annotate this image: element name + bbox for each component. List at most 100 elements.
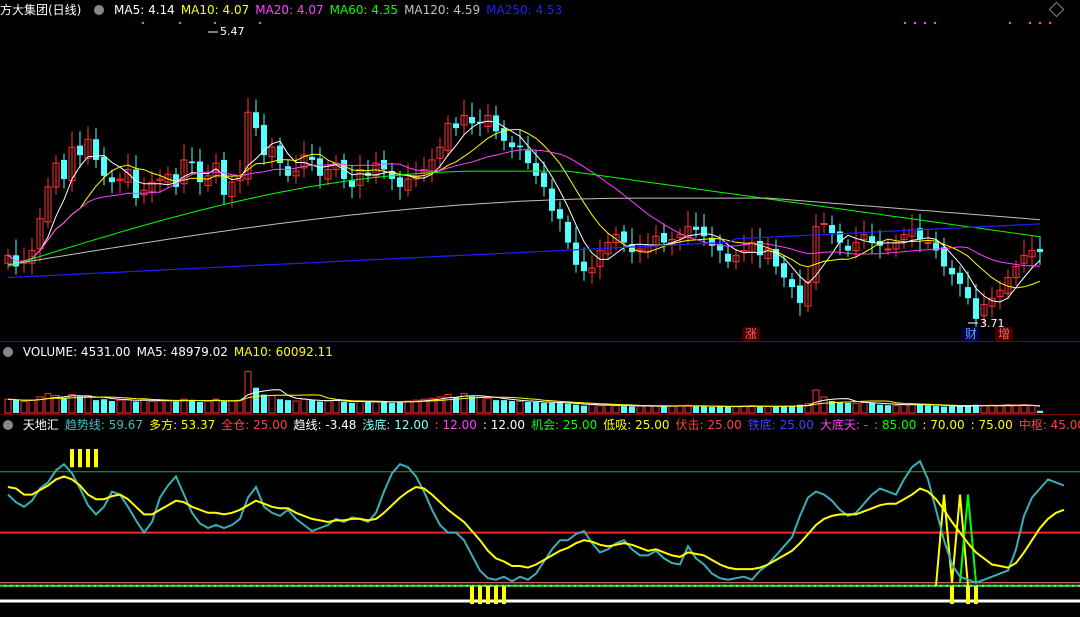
indicator-settings-icon[interactable] bbox=[3, 420, 13, 430]
candle-body-27 bbox=[221, 159, 227, 195]
indicator-label-12: 大底天: - bbox=[819, 418, 869, 432]
ma5-line bbox=[7, 120, 1041, 303]
indicator-dot-376 bbox=[376, 584, 378, 587]
volume-bar-9 bbox=[77, 396, 83, 413]
volume-bar-97 bbox=[781, 406, 787, 413]
candle-body-49 bbox=[397, 177, 403, 187]
volume-bar-72 bbox=[581, 405, 587, 413]
indicator-dot-1072 bbox=[1072, 584, 1074, 587]
volume-bar-24 bbox=[197, 401, 203, 413]
indicator-dot-610 bbox=[610, 584, 612, 587]
volume-bar-42 bbox=[341, 401, 347, 413]
volume-bar-111 bbox=[892, 405, 900, 414]
indicator-dot-844 bbox=[844, 584, 846, 587]
indicator-dot-988 bbox=[988, 584, 990, 587]
volume-bar-20 bbox=[164, 399, 172, 414]
indicator-dot-424 bbox=[424, 584, 426, 587]
indicator-dot-646 bbox=[646, 584, 648, 587]
volume-bar-64 bbox=[516, 401, 524, 414]
indicator-dot-178 bbox=[178, 584, 180, 587]
indicator-dot-490 bbox=[490, 584, 492, 587]
volume-header: VOLUME: 4531.00 MA5: 48979.02 MA10: 60092.… bbox=[0, 342, 345, 362]
indicator-dot-58 bbox=[58, 584, 60, 587]
volume-bar-78 bbox=[629, 406, 635, 413]
indicator-label-9: 低吸: 25.00 bbox=[603, 418, 670, 432]
indicator-label-14: : 70.00 bbox=[922, 418, 965, 432]
indicator-dot-616 bbox=[616, 584, 618, 587]
indicator-dot-622 bbox=[622, 584, 624, 587]
volume-bar-122 bbox=[980, 405, 988, 414]
top-dot-9 bbox=[1028, 21, 1032, 25]
indicator-dot-214 bbox=[214, 584, 216, 587]
volume-bar-124 bbox=[996, 405, 1004, 414]
indicator-label-10: 伏击: 25.00 bbox=[675, 418, 742, 432]
candle-body-99 bbox=[797, 285, 803, 303]
indicator-dot-904 bbox=[904, 584, 906, 587]
candle-body-63 bbox=[509, 142, 515, 148]
indicator-dot-682 bbox=[682, 584, 684, 587]
indicator-dot-916 bbox=[916, 584, 918, 587]
volume-bar-76 bbox=[612, 405, 620, 414]
indicator-dot-52 bbox=[52, 584, 54, 587]
ma-label-5: MA250: 4.53 bbox=[486, 3, 563, 17]
indicator-dot-1006 bbox=[1006, 584, 1008, 587]
indicator-dot-1018 bbox=[1018, 584, 1020, 587]
indicator-dot-466 bbox=[466, 584, 468, 587]
volume-bar-49 bbox=[397, 401, 403, 413]
volume-bar-37 bbox=[300, 398, 308, 414]
volume-bar-47 bbox=[381, 401, 387, 413]
diamond-icon[interactable] bbox=[1048, 1, 1065, 18]
volume-bar-119 bbox=[957, 406, 963, 413]
ma-label-4: MA120: 4.59 bbox=[404, 3, 481, 17]
indicator-dot-274 bbox=[274, 584, 276, 587]
indicator-dot-46 bbox=[46, 584, 48, 587]
indicator-dot-172 bbox=[172, 584, 174, 587]
indicator-dot-532 bbox=[532, 584, 534, 587]
indicator-dot-508 bbox=[508, 584, 510, 587]
volume-settings-icon[interactable] bbox=[3, 347, 13, 357]
volume-bar-27 bbox=[221, 401, 227, 413]
indicator-dot-364 bbox=[364, 584, 366, 587]
indicator-dot-592 bbox=[592, 584, 594, 587]
indicator-dot-166 bbox=[166, 584, 168, 587]
volume-bar-19 bbox=[156, 400, 164, 414]
indicator-dot-448 bbox=[448, 584, 450, 587]
indicator-dot-724 bbox=[724, 584, 726, 587]
indicator-dot-298 bbox=[298, 584, 300, 587]
volume-bar-71 bbox=[573, 404, 579, 413]
volume-bar-65 bbox=[525, 401, 531, 413]
volume-bar-12 bbox=[101, 399, 107, 413]
volume-bar-120 bbox=[965, 405, 971, 413]
indicator-dot-1042 bbox=[1042, 584, 1044, 587]
indicator-dot-1036 bbox=[1036, 584, 1038, 587]
indicator-dot-748 bbox=[748, 584, 750, 587]
indicator-dot-796 bbox=[796, 584, 798, 587]
indicator-dot-136 bbox=[136, 584, 138, 587]
settings-icon[interactable] bbox=[94, 5, 105, 15]
volume-bar-74 bbox=[596, 405, 604, 414]
indicator-dot-304 bbox=[304, 584, 306, 587]
volume-bar-102 bbox=[820, 396, 828, 414]
indicator-dot-568 bbox=[568, 584, 570, 587]
candle-body-86 bbox=[693, 226, 699, 230]
volume-bar-86 bbox=[693, 406, 699, 413]
indicator-dot-328 bbox=[328, 584, 330, 587]
indicator-dot-352 bbox=[352, 584, 354, 587]
candle-body-23 bbox=[189, 161, 195, 164]
spike-green bbox=[959, 494, 977, 583]
volume-bar-73 bbox=[588, 404, 596, 414]
indicator-label-8: 机会: 25.00 bbox=[531, 418, 598, 432]
candle-body-7 bbox=[61, 159, 67, 179]
indicator-dot-1066 bbox=[1066, 584, 1068, 587]
indicator-dot-226 bbox=[226, 584, 228, 587]
indicator-dot-970 bbox=[970, 584, 972, 587]
volume-bar-110 bbox=[885, 405, 891, 413]
indicator-dot-106 bbox=[106, 584, 108, 587]
candle-body-12 bbox=[101, 156, 107, 176]
indicator-dot-94 bbox=[94, 584, 96, 587]
volume-legend: VOLUME: 4531.00 MA5: 48979.02 MA10: 60092.… bbox=[23, 345, 339, 359]
volume-bar-82 bbox=[661, 406, 667, 413]
volume-bar-2 bbox=[20, 401, 28, 414]
indicator-dot-412 bbox=[412, 584, 414, 587]
volume-bar-68 bbox=[549, 402, 555, 413]
